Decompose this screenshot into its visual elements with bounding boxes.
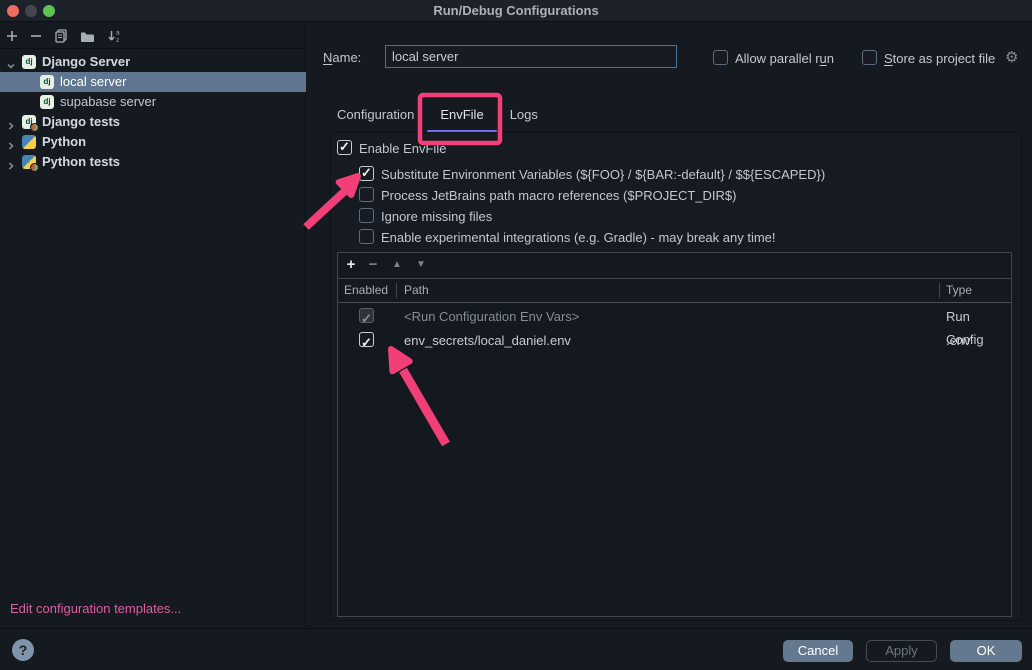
move-up-icon[interactable]: ▲ [389, 257, 405, 273]
remove-env-file-icon[interactable]: − [365, 257, 381, 273]
add-env-file-icon[interactable]: + [343, 257, 359, 273]
allow-parallel-run-checkbox[interactable] [713, 50, 728, 65]
config-tabs: Configuration EnvFile Logs [324, 100, 551, 133]
chevron-right-icon[interactable] [6, 157, 16, 167]
edit-configuration-templates-link[interactable]: Edit configuration templates... [10, 601, 181, 616]
new-folder-icon[interactable] [79, 28, 95, 44]
tab-envfile[interactable]: EnvFile [427, 100, 496, 133]
chevron-right-icon[interactable] [6, 137, 16, 147]
name-label: Name: [323, 50, 361, 65]
test-pie-icon [30, 123, 39, 132]
tree-item-local-server[interactable]: dj local server [0, 72, 306, 92]
env-files-table: + − ▲ ▼ Enabled Path Type <Run Configura… [337, 252, 1012, 617]
tree-group-python[interactable]: Python [0, 132, 306, 152]
experimental-integrations-checkbox[interactable] [359, 229, 374, 244]
python-tests-icon [22, 155, 36, 169]
column-header-path: Path [404, 283, 429, 297]
sort-configurations-icon[interactable]: az [106, 28, 122, 44]
apply-button[interactable]: Apply [866, 640, 937, 662]
row-type: .env [946, 329, 971, 352]
add-configuration-icon[interactable] [4, 28, 20, 44]
django-icon: dj [40, 95, 54, 109]
svg-text:z: z [116, 37, 119, 43]
configurations-sidebar: az dj Django Server dj local server dj s… [0, 23, 306, 627]
tree-item-label: Python tests [42, 152, 120, 172]
row-enabled-checkbox[interactable] [359, 332, 374, 347]
column-divider[interactable] [396, 283, 397, 298]
column-header-enabled: Enabled [344, 283, 388, 297]
remove-configuration-icon[interactable] [28, 28, 44, 44]
tree-item-label: Python [42, 132, 86, 152]
python-icon [22, 135, 36, 149]
name-input[interactable] [385, 45, 677, 68]
row-path: env_secrets/local_daniel.env [404, 329, 571, 352]
sidebar-toolbar: az [0, 23, 305, 49]
tree-group-django-server[interactable]: dj Django Server [0, 52, 306, 72]
enable-envfile-label: Enable EnvFile [359, 141, 446, 156]
enable-envfile-checkbox[interactable] [337, 140, 352, 155]
store-options-gear-icon[interactable]: ⚙ [1005, 48, 1018, 66]
process-path-macro-checkbox[interactable] [359, 187, 374, 202]
run-debug-configurations-dialog: Run/Debug Configurations az dj Django Se… [0, 0, 1032, 670]
window-title: Run/Debug Configurations [0, 3, 1032, 18]
substitute-env-vars-label: Substitute Environment Variables (${FOO}… [381, 167, 825, 182]
column-divider[interactable] [939, 283, 940, 298]
tree-item-label: supabase server [60, 92, 156, 112]
svg-text:a: a [116, 30, 120, 37]
tree-group-django-tests[interactable]: dj Django tests [0, 112, 306, 132]
table-row-env-secrets[interactable]: env_secrets/local_daniel.env .env [338, 329, 1011, 352]
store-as-project-file-label: Store as project file [884, 51, 995, 66]
chevron-down-icon[interactable] [6, 57, 16, 67]
allow-parallel-run-label: Allow parallel run [735, 51, 834, 66]
table-row-run-config-env-vars[interactable]: <Run Configuration Env Vars> Run Config [338, 305, 1011, 328]
ignore-missing-files-checkbox[interactable] [359, 208, 374, 223]
tree-item-supabase-server[interactable]: dj supabase server [0, 92, 306, 112]
tree-group-python-tests[interactable]: Python tests [0, 152, 306, 172]
tree-item-label: local server [60, 72, 126, 92]
django-icon: dj [40, 75, 54, 89]
substitute-env-vars-checkbox[interactable] [359, 166, 374, 181]
tree-item-label: Django Server [42, 52, 130, 72]
cancel-button[interactable]: Cancel [783, 640, 853, 662]
tree-item-label: Django tests [42, 112, 120, 132]
help-button[interactable]: ? [12, 639, 34, 661]
tab-logs[interactable]: Logs [497, 100, 551, 133]
column-header-type: Type [946, 283, 972, 297]
experimental-integrations-label: Enable experimental integrations (e.g. G… [381, 230, 776, 245]
ignore-missing-files-label: Ignore missing files [381, 209, 492, 224]
titlebar: Run/Debug Configurations [0, 0, 1032, 22]
django-icon: dj [22, 55, 36, 69]
row-path: <Run Configuration Env Vars> [404, 305, 579, 328]
dialog-footer: ? Cancel Apply OK [0, 628, 1032, 670]
table-toolbar: + − ▲ ▼ [338, 253, 1011, 279]
django-tests-icon: dj [22, 115, 36, 129]
ok-button[interactable]: OK [950, 640, 1022, 662]
process-path-macro-label: Process JetBrains path macro references … [381, 188, 736, 203]
test-pie-icon [30, 163, 39, 172]
move-down-icon[interactable]: ▼ [413, 257, 429, 273]
store-as-project-file-checkbox[interactable] [862, 50, 877, 65]
chevron-right-icon[interactable] [6, 117, 16, 127]
table-header: Enabled Path Type [338, 279, 1011, 303]
tab-configuration[interactable]: Configuration [324, 100, 427, 133]
row-enabled-checkbox [359, 308, 374, 323]
copy-configuration-icon[interactable] [53, 28, 69, 44]
